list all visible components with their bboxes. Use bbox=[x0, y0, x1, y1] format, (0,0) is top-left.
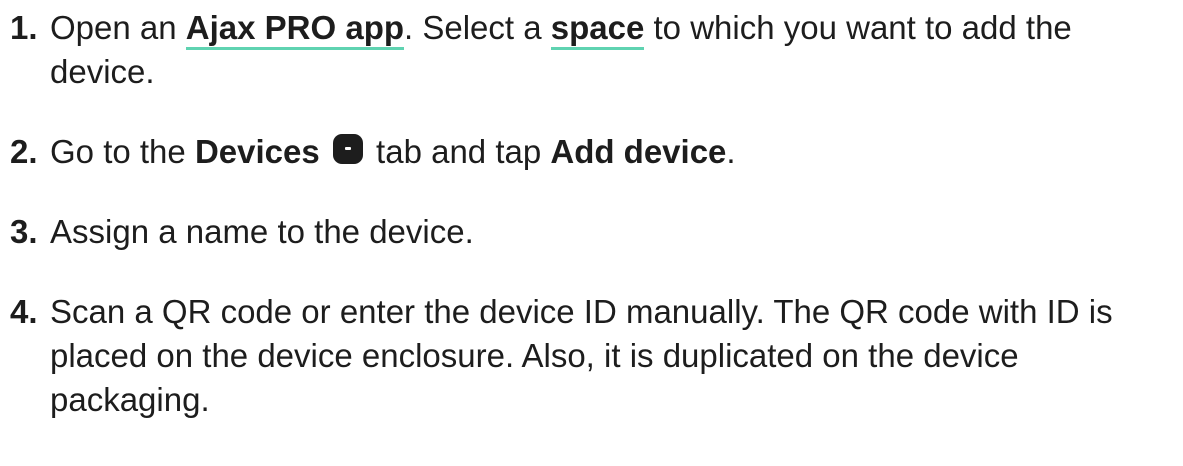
step-number: 3. bbox=[10, 213, 38, 250]
step-number: 1. bbox=[10, 9, 38, 46]
instruction-steps: 1. Open an Ajax PRO app. Select a space … bbox=[0, 0, 1175, 422]
step-number: 2. bbox=[10, 133, 38, 170]
step-text: Go to the bbox=[50, 133, 195, 170]
ajax-pro-app-link[interactable]: Ajax PRO app bbox=[185, 9, 405, 50]
step-text: . bbox=[726, 133, 736, 170]
space-link[interactable]: space bbox=[550, 9, 645, 50]
step-text: tab and tap bbox=[366, 133, 551, 170]
step-text: Open an bbox=[50, 9, 186, 46]
step-text: Scan a QR code or enter the device ID ma… bbox=[50, 293, 1113, 418]
step-1: 1. Open an Ajax PRO app. Select a space … bbox=[10, 6, 1175, 94]
step-2: 2. Go to the Devices tab and tap Add dev… bbox=[10, 130, 1175, 174]
devices-label: Devices bbox=[194, 133, 320, 170]
step-3: 3. Assign a name to the device. bbox=[10, 210, 1175, 254]
step-4: 4. Scan a QR code or enter the device ID… bbox=[10, 290, 1175, 422]
add-device-label: Add device bbox=[550, 133, 727, 170]
step-text: . Select a bbox=[404, 9, 551, 46]
devices-tab-icon bbox=[332, 134, 363, 164]
step-number: 4. bbox=[10, 293, 38, 330]
step-text: Assign a name to the device. bbox=[50, 213, 474, 250]
